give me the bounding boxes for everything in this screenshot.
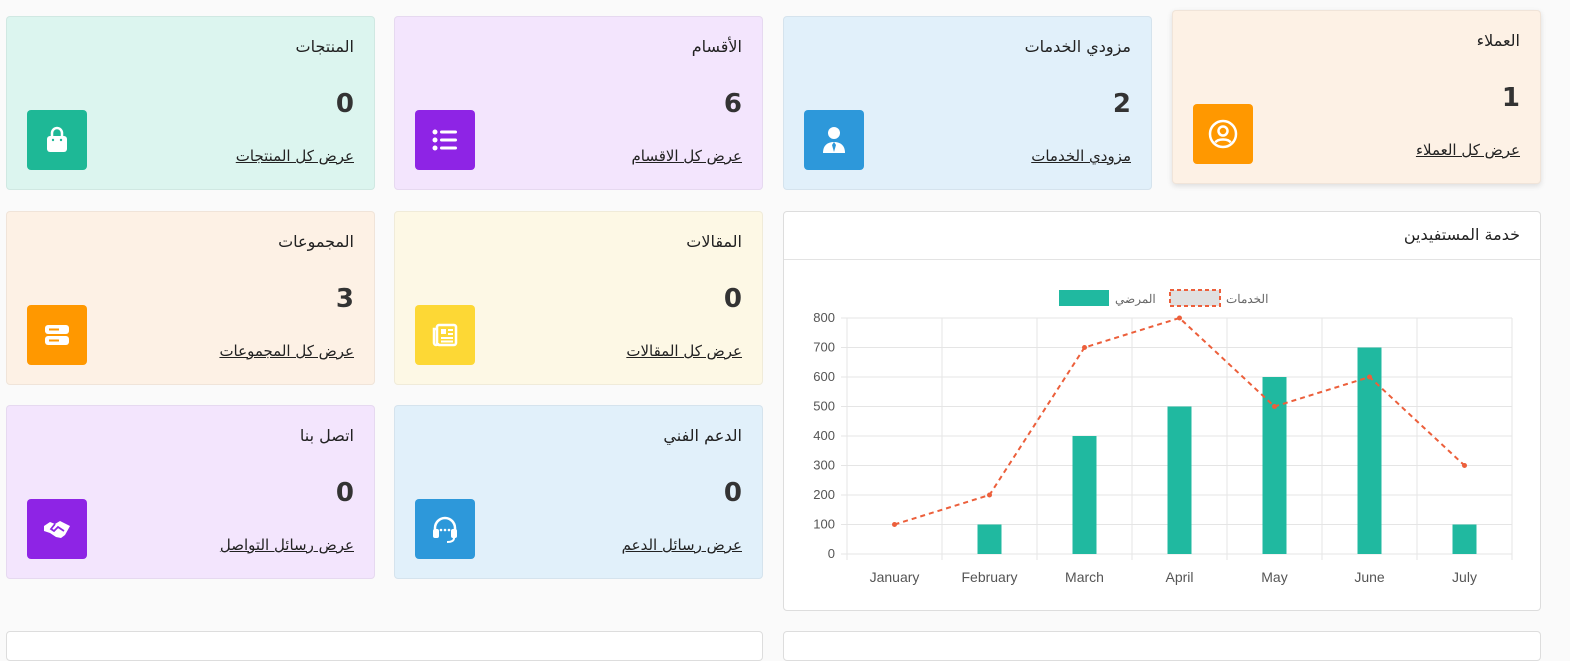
articles-icon-box xyxy=(415,305,475,365)
y-tick-label: 600 xyxy=(813,369,835,384)
x-tick-label: January xyxy=(870,569,920,585)
card-title: الدعم الفني xyxy=(663,426,742,445)
sections-card: الأقسام 6 عرض كل الاقسام xyxy=(394,16,763,190)
card-title: المقالات xyxy=(686,232,742,251)
clients-card: العملاء 1 عرض كل العملاء xyxy=(1172,10,1541,184)
view-all-articles-link[interactable]: عرض كل المقالات xyxy=(626,342,742,360)
y-tick-label: 500 xyxy=(813,399,835,414)
bar xyxy=(1452,524,1477,554)
contact-icon-box xyxy=(27,499,87,559)
y-tick-label: 700 xyxy=(813,340,835,355)
products-card: المنتجات 0 عرض كل المنتجات xyxy=(6,16,375,190)
list-icon xyxy=(432,129,457,151)
view-support-messages-link[interactable]: عرض رسائل الدعم xyxy=(622,536,742,554)
view-all-clients-link[interactable]: عرض كل العملاء xyxy=(1416,141,1520,159)
products-icon-box xyxy=(27,110,87,170)
view-all-sections-link[interactable]: عرض كل الاقسام xyxy=(631,147,742,165)
line-point xyxy=(1462,463,1467,468)
card-title: المنتجات xyxy=(295,37,355,56)
y-tick-label: 300 xyxy=(813,458,835,473)
bottom-panel-left xyxy=(6,631,763,661)
card-count: 0 xyxy=(335,478,354,508)
beneficiary-service-chart-card: خدمة المستفيدين المرضي الخدمات 0 100 200 300… xyxy=(783,211,1541,611)
x-tick-label: March xyxy=(1065,569,1104,585)
chart-card-title: خدمة المستفيدين xyxy=(1403,225,1520,244)
y-tick-label: 800 xyxy=(813,310,835,325)
chart: المرضي الخدمات 0100200300400500600700800 … xyxy=(813,289,1513,585)
card-title: اتصل بنا xyxy=(299,426,354,445)
user-circle-icon xyxy=(1208,119,1238,149)
line-point xyxy=(1082,345,1087,350)
card-title: مزودي الخدمات xyxy=(1024,37,1131,56)
groups-icon-box xyxy=(27,305,87,365)
card-title: الأقسام xyxy=(691,37,742,56)
bar xyxy=(1167,406,1192,554)
card-title: العملاء xyxy=(1476,31,1520,50)
bar xyxy=(977,524,1002,554)
legend-swatch-line xyxy=(1169,289,1221,307)
headset-icon xyxy=(433,516,457,543)
legend-label-bar: المرضي xyxy=(1115,292,1156,306)
x-tick-label: July xyxy=(1452,569,1477,585)
sections-icon-box xyxy=(415,110,475,170)
bar xyxy=(1072,436,1097,554)
x-tick-label: June xyxy=(1354,569,1385,585)
newspaper-icon xyxy=(432,323,458,347)
line-point xyxy=(987,492,992,498)
line-point xyxy=(1272,404,1277,409)
y-tick-label: 400 xyxy=(813,428,835,443)
server-icon xyxy=(45,325,69,345)
view-all-products-link[interactable]: عرض كل المنتجات xyxy=(236,147,354,165)
contact-card: اتصل بنا 0 عرض رسائل التواصل xyxy=(6,405,375,579)
shopping-bag-icon xyxy=(47,126,67,152)
y-tick-label: 0 xyxy=(828,546,835,561)
view-providers-link[interactable]: مزودي الخدمات xyxy=(1031,147,1131,165)
card-title: المجموعات xyxy=(278,232,354,251)
card-count: 0 xyxy=(723,284,742,314)
card-count: 1 xyxy=(1501,83,1520,113)
support-icon-box xyxy=(415,499,475,559)
legend-swatch-bar xyxy=(1059,290,1109,306)
card-count: 6 xyxy=(723,89,742,119)
line-point xyxy=(892,522,897,527)
clients-icon-box xyxy=(1193,104,1253,164)
line-point xyxy=(1177,315,1182,321)
legend-label-line: الخدمات xyxy=(1226,292,1268,306)
groups-card: المجموعات 3 عرض كل المجموعات xyxy=(6,211,375,385)
card-count: 0 xyxy=(723,478,742,508)
y-tick-label: 100 xyxy=(813,517,835,532)
card-count: 2 xyxy=(1112,89,1131,119)
card-count: 0 xyxy=(335,89,354,119)
bottom-panel-right xyxy=(783,631,1541,661)
view-contact-messages-link[interactable]: عرض رسائل التواصل xyxy=(220,536,354,554)
support-card: الدعم الفني 0 عرض رسائل الدعم xyxy=(394,405,763,579)
x-tick-label: April xyxy=(1165,569,1193,585)
handshake-icon xyxy=(44,521,70,538)
providers-icon-box xyxy=(804,110,864,170)
person-tie-icon xyxy=(823,127,845,153)
articles-card: المقالات 0 عرض كل المقالات xyxy=(394,211,763,385)
x-tick-label: February xyxy=(961,569,1017,585)
y-tick-label: 200 xyxy=(813,487,835,502)
chart-card-header: خدمة المستفيدين xyxy=(784,212,1540,260)
line-point xyxy=(1367,374,1372,380)
view-all-groups-link[interactable]: عرض كل المجموعات xyxy=(219,342,354,360)
providers-card: مزودي الخدمات 2 مزودي الخدمات xyxy=(783,16,1152,190)
card-count: 3 xyxy=(335,284,354,314)
x-tick-label: May xyxy=(1261,569,1287,585)
